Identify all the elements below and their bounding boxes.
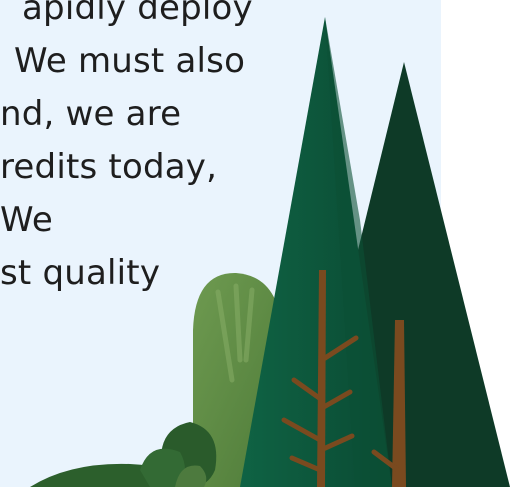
forest-illustration [30, 17, 510, 487]
illustrated-content-panel: apidly deploy We must also nd, we are re… [0, 0, 522, 487]
